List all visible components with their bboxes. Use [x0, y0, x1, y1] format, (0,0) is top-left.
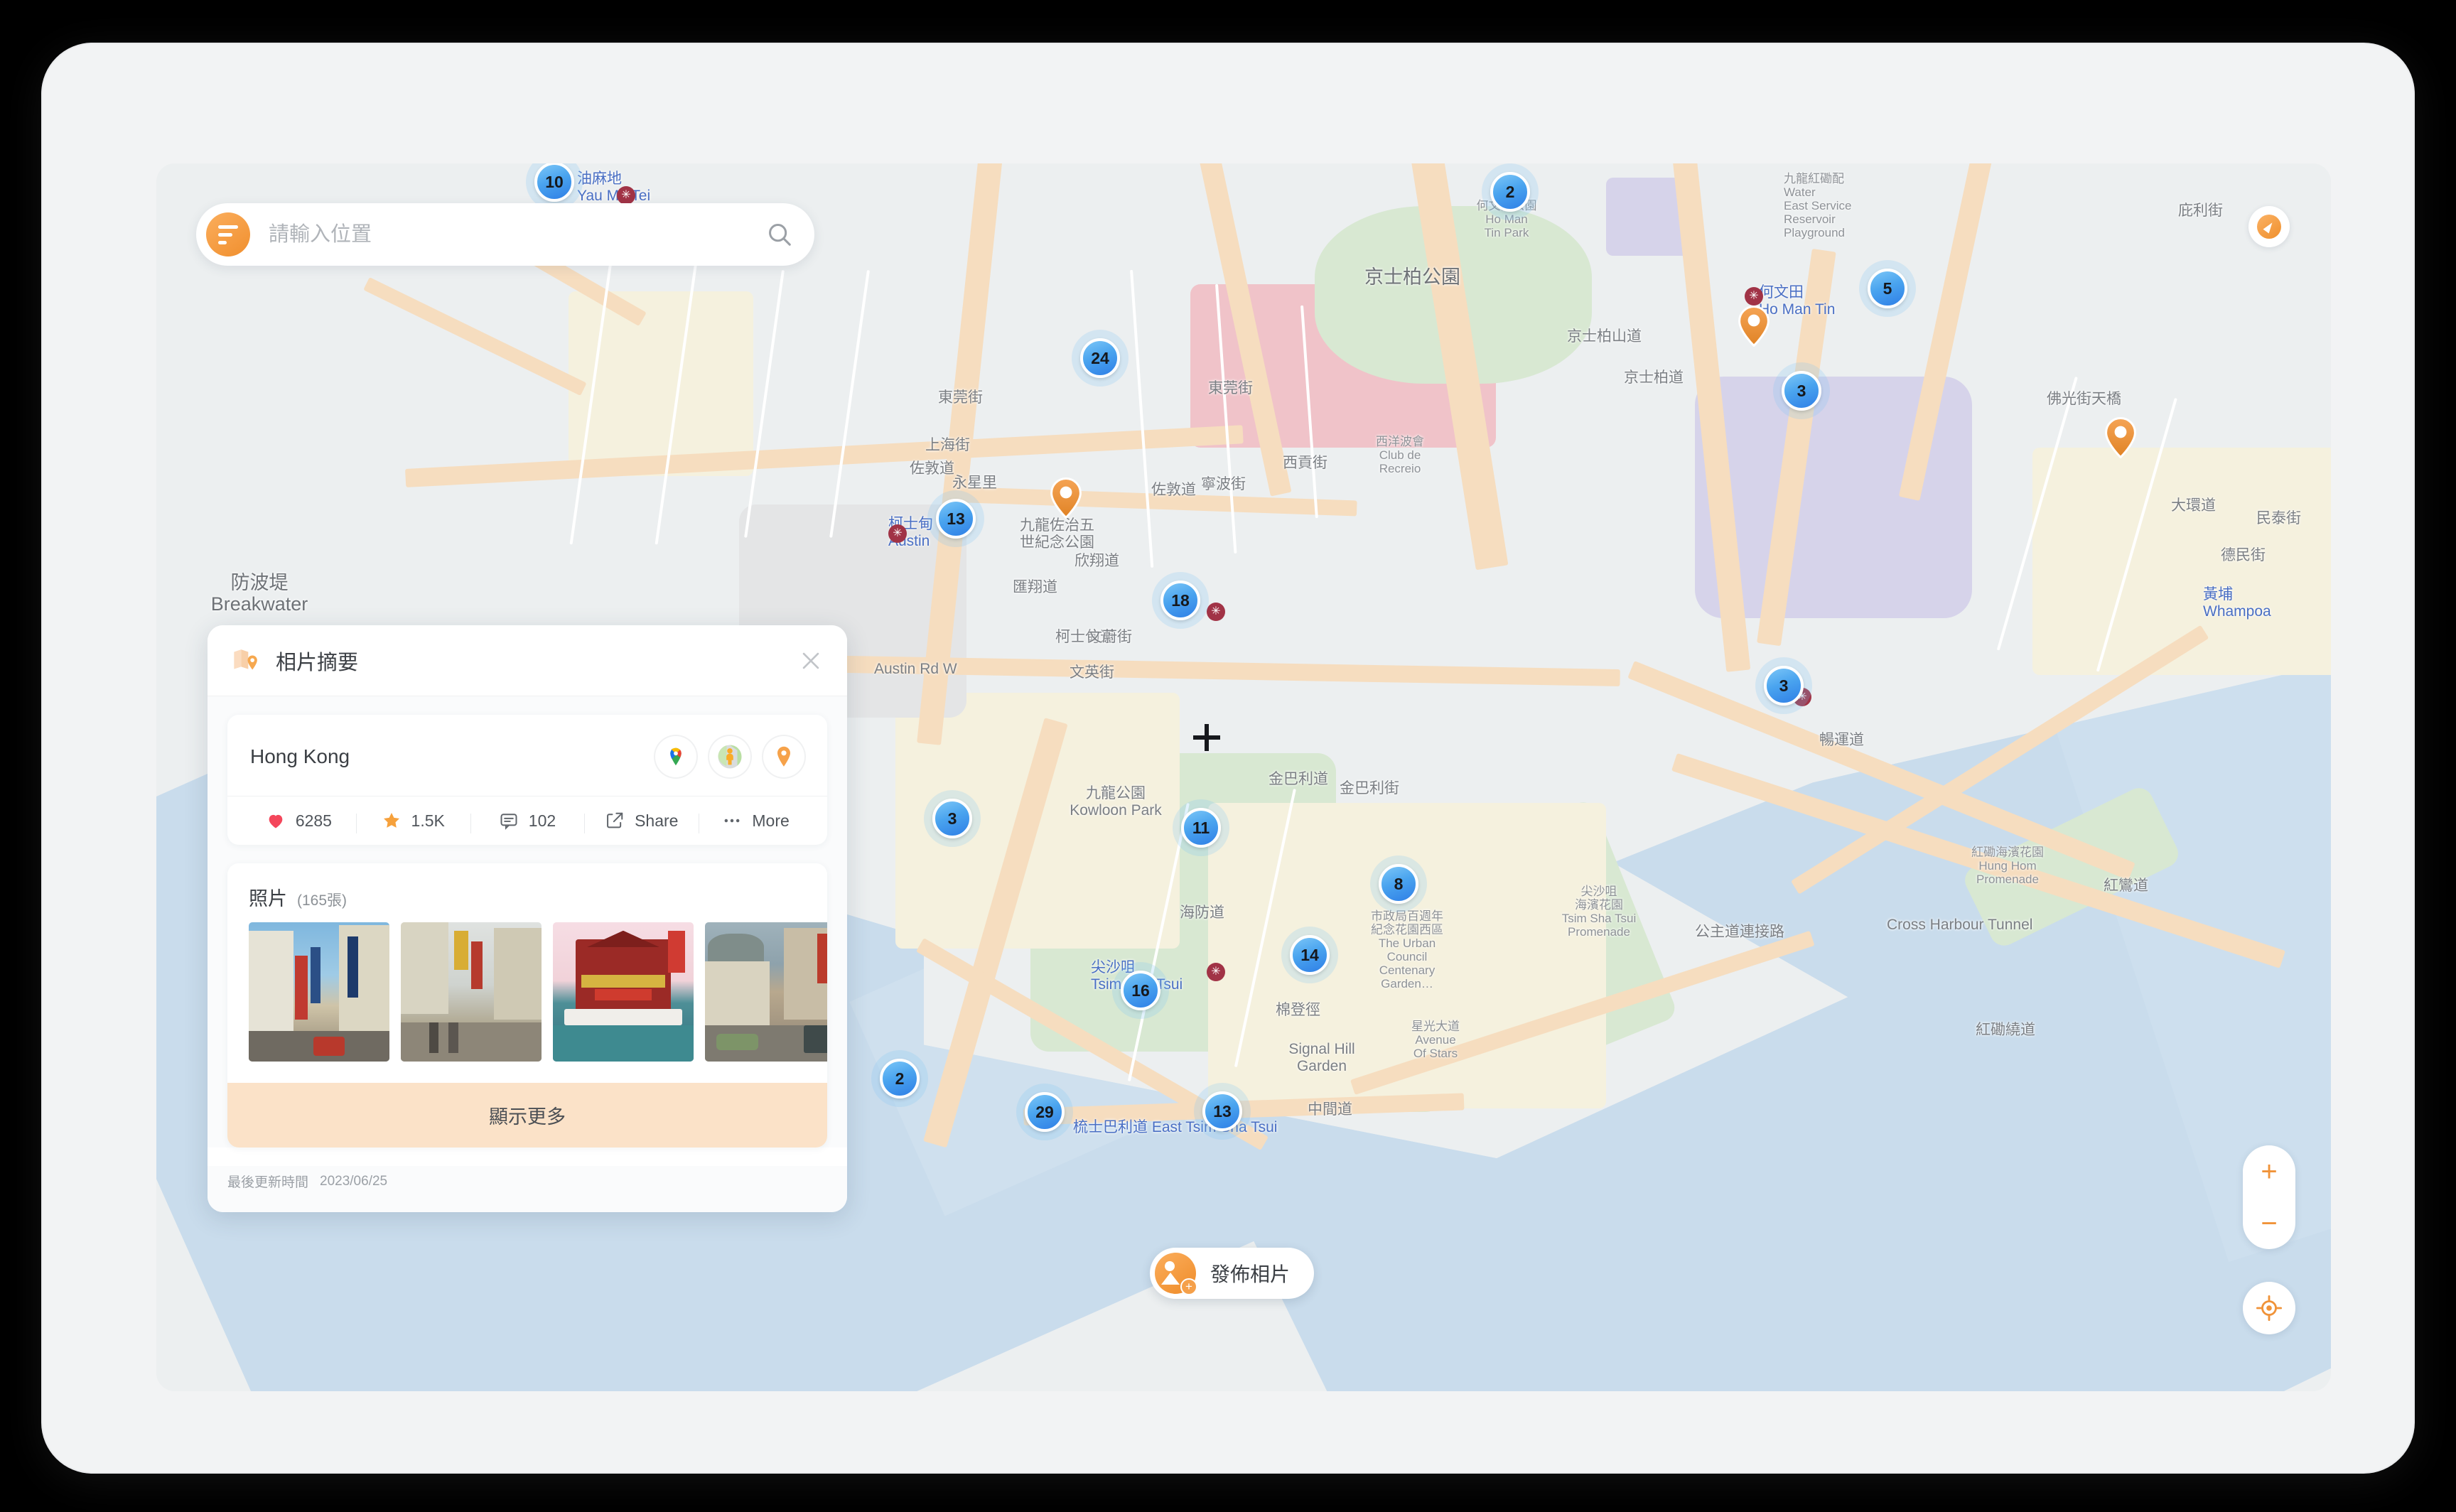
photos-card: 照片 (165張) 顯示更多: [227, 863, 827, 1148]
last-updated-label: 最後更新時間: [227, 1175, 309, 1190]
photo-cluster-marker[interactable]: 3: [1782, 371, 1821, 411]
photo-cluster-marker[interactable]: 5: [1868, 269, 1907, 308]
photos-title: 照片: [249, 888, 287, 909]
photo-cluster-marker[interactable]: 14: [1290, 935, 1330, 975]
add-photo-icon: +: [1155, 1253, 1197, 1295]
mtr-station-icon: ✳: [888, 524, 907, 543]
map-zone-yellow-yaumatei: [569, 291, 753, 476]
share-icon: [607, 812, 623, 828]
mtr-station-icon: ✳: [617, 186, 635, 205]
search-input[interactable]: [269, 222, 766, 247]
close-icon[interactable]: [799, 649, 823, 673]
place-row: Hong Kong: [227, 715, 827, 796]
photo-cluster-marker[interactable]: 18: [1160, 580, 1200, 620]
search-icon[interactable]: [766, 221, 793, 248]
panel-body: Hong Kong 6285 1.5K 102 Share More 照片 (1…: [208, 696, 847, 1148]
stat-stars[interactable]: 1.5K: [355, 811, 470, 833]
photo-cluster-marker[interactable]: 11: [1181, 808, 1221, 848]
photo-cluster-marker[interactable]: 13: [936, 499, 976, 539]
orange-pin-icon[interactable]: [763, 736, 804, 777]
panel-title: 相片摘要: [276, 651, 359, 674]
share-button[interactable]: Share: [584, 811, 699, 833]
stat-likes[interactable]: 6285: [242, 811, 356, 831]
publish-photo-label: 發佈相片: [1210, 1263, 1291, 1285]
publish-photo-button[interactable]: + 發佈相片: [1150, 1248, 1315, 1299]
mtr-station-icon: ✳: [1207, 963, 1225, 981]
street-view-icon[interactable]: [709, 736, 750, 777]
stat-comments-value: 102: [528, 811, 556, 830]
more-icon: [724, 819, 740, 823]
tablet-device-frame: 防波堤 Breakwater京士柏公園京士柏山道京士柏道油麻地 Yau Ma T…: [43, 44, 2413, 1472]
compass-needle: [2263, 220, 2275, 234]
photo-thumbnail[interactable]: [249, 922, 389, 1062]
zoom-controls[interactable]: + −: [2243, 1145, 2295, 1249]
panel-footer: 最後更新時間 2023/06/25: [208, 1166, 847, 1212]
photo-thumbnail[interactable]: [553, 922, 694, 1062]
show-more-button[interactable]: 顯示更多: [227, 1083, 827, 1148]
photo-cluster-marker[interactable]: 3: [1764, 666, 1804, 706]
stat-stars-value: 1.5K: [411, 811, 445, 830]
comment-icon: [500, 814, 517, 830]
photo-cluster-marker[interactable]: 2: [1490, 172, 1530, 212]
compass-dial: [2257, 215, 2281, 239]
star-icon: [383, 813, 399, 828]
photo-cluster-marker[interactable]: 16: [1121, 971, 1160, 1010]
last-updated-value: 2023/06/25: [320, 1173, 388, 1189]
photo-cluster-marker[interactable]: 24: [1080, 338, 1120, 378]
photo-thumbnail[interactable]: [705, 922, 827, 1062]
photo-location-pin[interactable]: [1738, 306, 1770, 347]
zoom-in-button[interactable]: +: [2243, 1145, 2295, 1197]
place-card: Hong Kong 6285 1.5K 102 Share More: [227, 715, 827, 845]
share-label: Share: [635, 811, 679, 830]
photos-header: 照片 (165張): [227, 863, 827, 922]
zoom-out-button[interactable]: −: [2243, 1197, 2295, 1249]
google-maps-icon[interactable]: [655, 736, 696, 777]
filter-lines-icon[interactable]: [206, 212, 250, 256]
stat-comments[interactable]: 102: [470, 811, 585, 833]
stats-row[interactable]: 6285 1.5K 102 Share More: [227, 796, 827, 845]
mtr-station-icon: ✳: [1745, 287, 1763, 306]
photo-thumbnail[interactable]: [401, 922, 542, 1062]
locate-crosshair-icon[interactable]: [2243, 1282, 2295, 1334]
photo-strip[interactable]: [227, 922, 827, 1083]
tablet-screen: 防波堤 Breakwater京士柏公園京士柏山道京士柏道油麻地 Yau Ma T…: [156, 163, 2331, 1391]
stat-likes-value: 6285: [295, 811, 332, 830]
photo-summary-panel[interactable]: 相片摘要 Hong Kong 6285 1.5K 102 Share More …: [208, 625, 847, 1212]
mtr-station-icon: ✳: [1207, 603, 1225, 621]
photo-location-pin[interactable]: [2104, 417, 2137, 458]
search-bar[interactable]: [196, 203, 814, 266]
photo-cluster-marker[interactable]: 2: [880, 1059, 920, 1098]
place-name: Hong Kong: [250, 745, 350, 767]
heart-icon: [269, 814, 283, 828]
photo-cluster-marker[interactable]: 8: [1379, 864, 1418, 904]
quick-actions[interactable]: [655, 736, 804, 777]
photo-cluster-marker[interactable]: 10: [534, 163, 574, 202]
more-button[interactable]: More: [699, 811, 813, 833]
photo-cluster-marker[interactable]: 29: [1025, 1092, 1065, 1132]
photo-cluster-marker[interactable]: 13: [1202, 1091, 1242, 1131]
photos-count: (165張): [297, 892, 348, 909]
photo-location-pin[interactable]: [1050, 477, 1082, 519]
compass-icon[interactable]: [2248, 206, 2290, 247]
panel-header: 相片摘要: [208, 625, 847, 696]
plus-badge-icon: +: [1180, 1278, 1197, 1295]
more-label: More: [752, 811, 790, 830]
photo-cluster-marker[interactable]: 3: [932, 799, 972, 838]
map-pin-folded-icon: [234, 649, 257, 669]
